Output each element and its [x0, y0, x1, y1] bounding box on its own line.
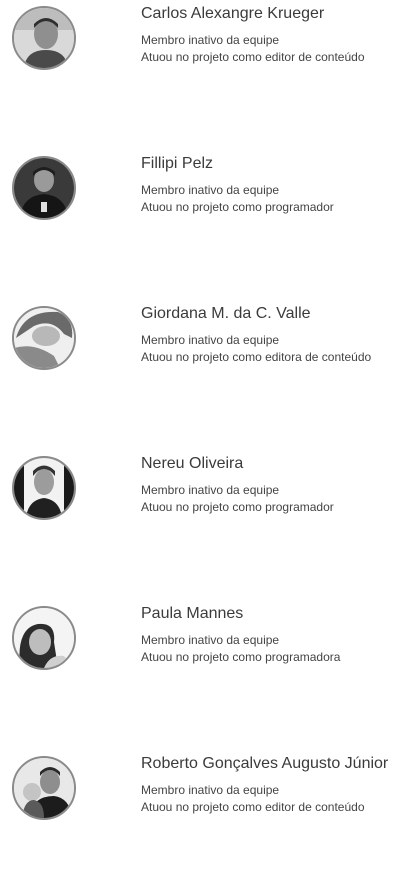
member-card: Fillipi Pelz Membro inativo da equipe At… — [0, 152, 406, 242]
member-name: Roberto Gonçalves Augusto Júnior — [141, 755, 389, 772]
member-name: Fillipi Pelz — [141, 155, 214, 172]
person-photo-icon — [14, 8, 74, 68]
member-name: Paula Mannes — [141, 605, 244, 622]
member-card: Carlos Alexangre Krueger Membro inativo … — [0, 2, 406, 92]
person-photo-icon — [14, 458, 74, 518]
person-photo-icon — [14, 158, 74, 218]
member-role: Atuou no projeto como editora de conteúd… — [141, 350, 372, 364]
member-status: Membro inativo da equipe — [141, 633, 280, 647]
member-name: Carlos Alexangre Krueger — [141, 5, 325, 22]
member-status: Membro inativo da equipe — [141, 333, 280, 347]
member-name: Nereu Oliveira — [141, 455, 244, 472]
avatar — [12, 156, 76, 220]
member-name: Giordana M. da C. Valle — [141, 305, 311, 322]
person-photo-icon — [14, 308, 74, 368]
member-card: Roberto Gonçalves Augusto Júnior Membro … — [0, 752, 406, 842]
member-status: Membro inativo da equipe — [141, 783, 280, 797]
member-role: Atuou no projeto como programadora — [141, 650, 341, 664]
member-role: Atuou no projeto como programador — [141, 500, 334, 514]
member-status: Membro inativo da equipe — [141, 183, 280, 197]
avatar — [12, 606, 76, 670]
person-photo-icon — [14, 608, 74, 668]
member-role: Atuou no projeto como programador — [141, 200, 334, 214]
member-card: Giordana M. da C. Valle Membro inativo d… — [0, 302, 406, 392]
member-card: Paula Mannes Membro inativo da equipe At… — [0, 602, 406, 692]
avatar — [12, 456, 76, 520]
avatar — [12, 6, 76, 70]
member-card: Nereu Oliveira Membro inativo da equipe … — [0, 452, 406, 542]
member-status: Membro inativo da equipe — [141, 33, 280, 47]
avatar — [12, 756, 76, 820]
member-role: Atuou no projeto como editor de conteúdo — [141, 50, 365, 64]
avatar — [12, 306, 76, 370]
member-role: Atuou no projeto como editor de conteúdo — [141, 800, 365, 814]
person-photo-icon — [14, 758, 74, 818]
member-status: Membro inativo da equipe — [141, 483, 280, 497]
